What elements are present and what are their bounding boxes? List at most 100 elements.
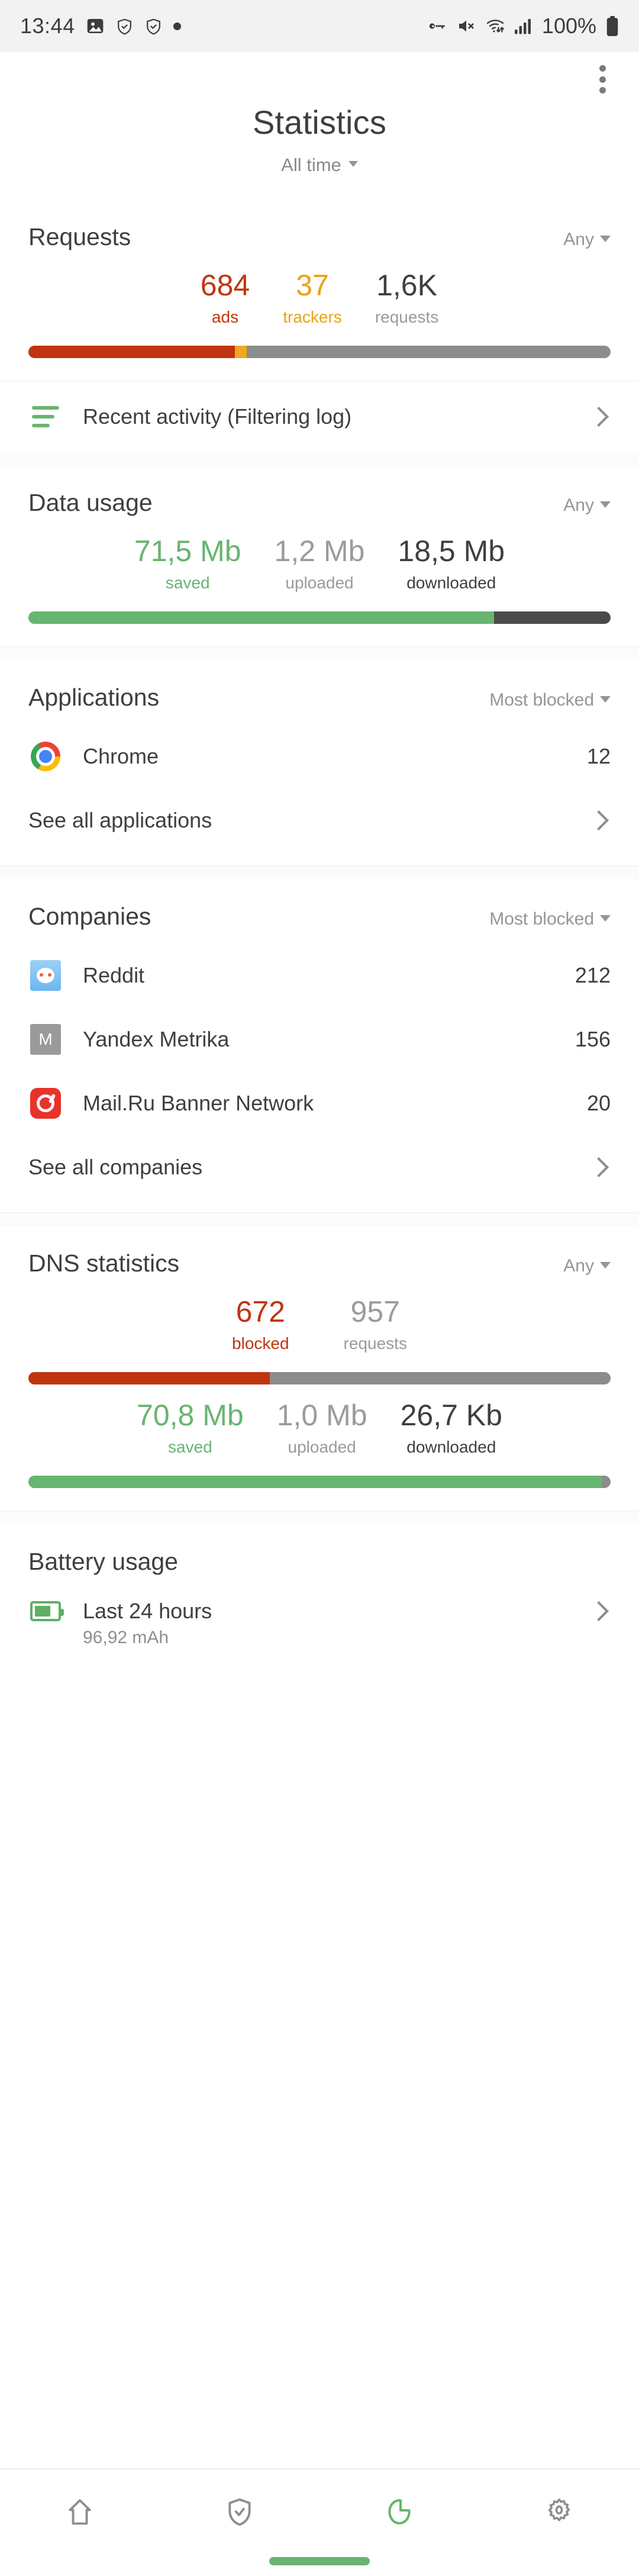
chrome-icon — [28, 739, 63, 774]
companies-card: Companies Most blocked Reddit 212 M Yand… — [0, 879, 639, 1212]
bar-segment-trackers — [235, 346, 247, 358]
recent-activity-row[interactable]: Recent activity (Filtering log) — [28, 381, 611, 452]
cellular-signal-icon — [514, 18, 532, 34]
status-time: 13:44 — [20, 14, 75, 38]
stat-requests: 957 requests — [317, 1295, 434, 1353]
bottom-nav-bar — [0, 2468, 639, 2557]
app-name: Chrome — [83, 744, 159, 768]
chevron-down-icon — [348, 161, 358, 167]
stat-value: 26,7 Kb — [400, 1399, 502, 1432]
stat-saved: 71,5 Mb saved — [118, 534, 258, 593]
data-usage-filter[interactable]: Any — [563, 495, 611, 516]
dns-data-progress-bar — [28, 1476, 611, 1488]
dns-statistics-card: DNS statistics Any 672 blocked 957 reque… — [0, 1226, 639, 1488]
stat-saved: 70,8 Mb saved — [120, 1399, 260, 1457]
list-item[interactable]: Mail.Ru Banner Network 20 — [28, 1071, 611, 1135]
data-usage-header: Data usage Any — [28, 465, 611, 517]
stat-value: 957 — [350, 1295, 400, 1328]
battery-usage-icon — [28, 1594, 64, 1628]
overflow-menu-icon[interactable] — [589, 63, 615, 96]
requests-filter[interactable]: Any — [563, 230, 611, 250]
nav-item-protection[interactable] — [160, 2496, 320, 2531]
companies-title: Companies — [28, 903, 151, 930]
stat-uploaded: 1,2 Mb uploaded — [258, 534, 382, 593]
gesture-bar — [0, 2557, 639, 2576]
battery-usage-card: Battery usage Last 24 hours 96,92 mAh — [0, 1524, 639, 1668]
list-item[interactable]: Chrome 12 — [28, 724, 611, 788]
status-bar-left: 13:44 — [20, 14, 181, 38]
bar-segment-saved — [28, 611, 495, 624]
nav-item-home[interactable] — [0, 2496, 160, 2531]
see-all-applications-row[interactable]: See all applications — [28, 788, 611, 852]
stat-uploaded: 1,0 Mb uploaded — [260, 1399, 384, 1457]
recent-activity-label: Recent activity (Filtering log) — [83, 404, 352, 429]
dns-data-stats: 70,8 Mb saved 1,0 Mb uploaded 26,7 Kb do… — [28, 1399, 611, 1457]
stat-requests: 1,6K requests — [359, 269, 455, 327]
battery-usage-title: Battery usage — [28, 1548, 178, 1575]
bar-segment-ads — [28, 346, 235, 358]
battery-icon — [606, 16, 619, 36]
statistics-screen: 13:44 100% Statistics All time Requests … — [0, 0, 639, 2576]
requests-stats: 684 ads 37 trackers 1,6K requests — [28, 269, 611, 327]
company-count: 156 — [575, 1027, 611, 1051]
data-usage-filter-label: Any — [563, 495, 594, 515]
applications-card: Applications Most blocked Chrome 12 See … — [0, 660, 639, 865]
dns-statistics-filter-label: Any — [563, 1256, 594, 1276]
applications-title: Applications — [28, 684, 160, 711]
mailru-icon — [28, 1086, 63, 1120]
stat-value: 70,8 Mb — [137, 1399, 244, 1432]
stat-value: 37 — [296, 269, 329, 302]
dns-statistics-filter[interactable]: Any — [563, 1256, 611, 1276]
companies-header: Companies Most blocked — [28, 879, 611, 930]
stat-value: 18,5 Mb — [398, 534, 505, 568]
requests-header: Requests Any — [28, 199, 611, 251]
list-item[interactable]: M Yandex Metrika 156 — [28, 1007, 611, 1071]
gear-icon — [543, 2496, 575, 2531]
stat-value: 684 — [200, 269, 250, 302]
home-icon — [64, 2496, 96, 2531]
chevron-down-icon — [600, 915, 611, 922]
bar-segment-saved — [28, 1476, 602, 1488]
battery-percent: 100% — [541, 14, 596, 38]
pie-chart-icon — [383, 2496, 415, 2531]
filter-log-icon — [28, 400, 63, 434]
stat-label: downloaded — [406, 1438, 496, 1456]
nav-item-settings[interactable] — [479, 2496, 639, 2531]
applications-filter-label: Most blocked — [489, 690, 594, 710]
status-bar: 13:44 100% — [0, 0, 639, 52]
data-usage-progress-bar — [28, 611, 611, 624]
stat-label: saved — [168, 1438, 212, 1456]
stat-label: requests — [343, 1334, 407, 1353]
company-name: Mail.Ru Banner Network — [83, 1091, 314, 1115]
app-count: 12 — [586, 744, 611, 768]
companies-filter[interactable]: Most blocked — [489, 909, 611, 929]
time-range-selector[interactable]: All time — [0, 154, 639, 176]
vpn-key-icon — [427, 16, 447, 36]
applications-filter[interactable]: Most blocked — [489, 690, 611, 710]
stat-value: 1,2 Mb — [274, 534, 365, 568]
stat-label: uploaded — [285, 574, 354, 592]
list-item[interactable]: Reddit 212 — [28, 944, 611, 1007]
dns-request-stats: 672 blocked 957 requests — [28, 1295, 611, 1353]
chevron-down-icon — [600, 1261, 611, 1268]
see-all-companies-row[interactable]: See all companies — [28, 1135, 611, 1199]
company-name: Yandex Metrika — [83, 1027, 230, 1051]
stat-label: uploaded — [288, 1438, 356, 1456]
stat-downloaded: 26,7 Kb downloaded — [384, 1399, 519, 1457]
company-count: 20 — [586, 1091, 611, 1115]
requests-progress-bar — [28, 346, 611, 358]
see-all-applications-label: See all applications — [28, 808, 212, 832]
battery-usage-header: Battery usage — [28, 1524, 611, 1576]
mute-icon — [457, 17, 476, 36]
companies-filter-label: Most blocked — [489, 909, 594, 929]
dns-requests-progress-bar — [28, 1372, 611, 1384]
reddit-icon — [28, 958, 63, 993]
photo-icon — [86, 17, 105, 36]
section-gap — [0, 1511, 639, 1524]
wifi-icon — [485, 17, 505, 35]
recent-activity-card: Recent activity (Filtering log) — [0, 381, 639, 452]
section-gap — [0, 866, 639, 879]
time-range-label: All time — [281, 154, 341, 175]
battery-usage-label: Last 24 hours — [83, 1599, 212, 1623]
nav-item-statistics[interactable] — [320, 2496, 479, 2531]
